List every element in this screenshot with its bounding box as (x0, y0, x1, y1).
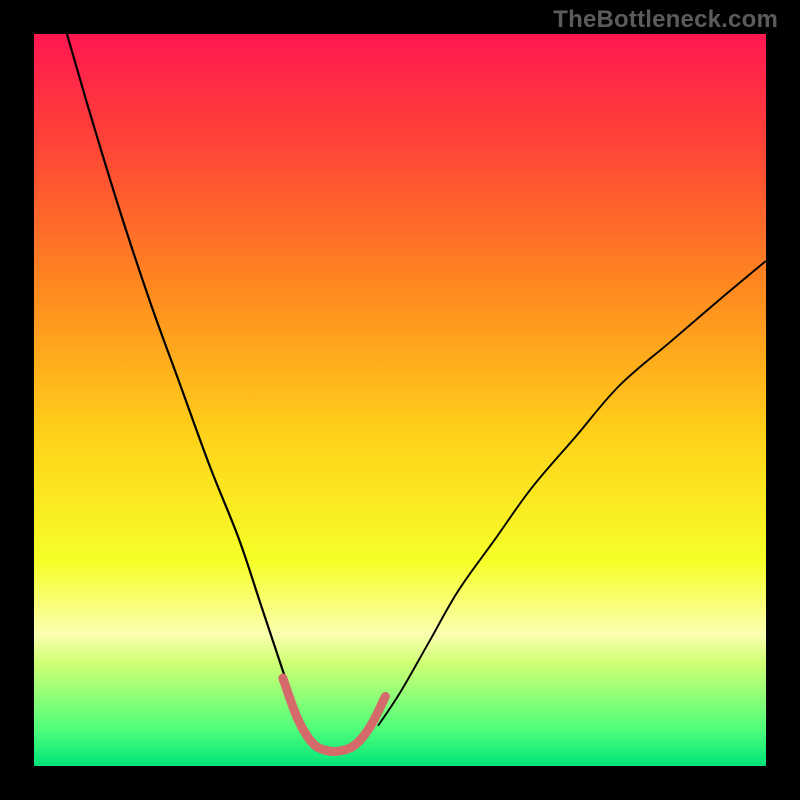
gradient-background (34, 34, 766, 766)
bottleneck-curve-chart (34, 34, 766, 766)
watermark-text: TheBottleneck.com (553, 6, 778, 34)
chart-frame: TheBottleneck.com (0, 0, 800, 800)
plot-area (34, 34, 766, 766)
